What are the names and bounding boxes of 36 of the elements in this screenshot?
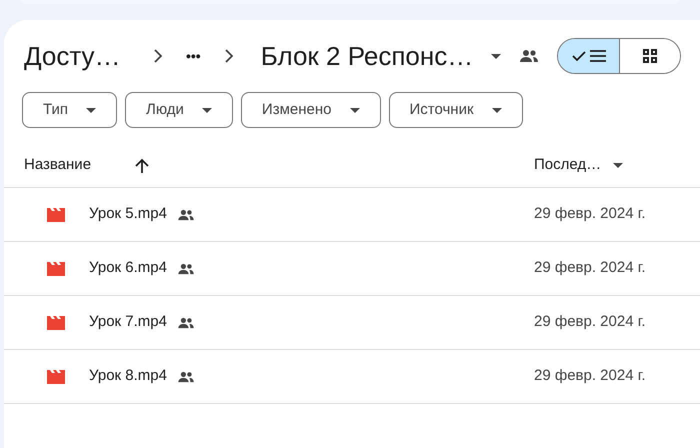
caret-icon	[202, 108, 212, 112]
breadcrumb-more-button[interactable]: •••	[186, 46, 201, 66]
modified-date: 29 февр. 2024 г.	[534, 312, 646, 332]
video-file-icon	[46, 368, 66, 384]
modified-date: 29 февр. 2024 г.	[534, 204, 646, 224]
sort-arrow-icon[interactable]	[135, 158, 150, 174]
filter-chip[interactable]: Источник	[388, 92, 523, 128]
grid-icon	[643, 49, 658, 63]
video-file-icon	[46, 314, 66, 330]
file-name[interactable]: Урок 5.mp4	[89, 203, 167, 226]
caret-icon	[613, 163, 624, 168]
caret-icon	[350, 108, 360, 112]
filter-chip[interactable]: Люди	[125, 92, 233, 128]
chevron-icon	[154, 49, 162, 63]
video-file-icon	[46, 260, 66, 276]
caret-icon	[492, 108, 502, 112]
list-view-button[interactable]	[558, 39, 620, 73]
breadcrumb-folder-link[interactable]: Досту…	[24, 36, 154, 76]
current-folder-title[interactable]: Блок 2 Респонс…	[260, 36, 474, 76]
chevron-icon	[224, 49, 233, 63]
people-icon	[519, 49, 540, 63]
filter-chip[interactable]: Изменено	[240, 92, 380, 128]
folder-menu-caret-icon	[491, 54, 502, 58]
column-header[interactable]: Послед…	[534, 154, 602, 177]
video-file-icon	[46, 206, 66, 222]
file-name[interactable]: Урок 8.mp4	[89, 365, 167, 388]
file-name[interactable]: Урок 6.mp4	[89, 257, 167, 280]
caret-icon	[86, 108, 96, 112]
file-name[interactable]: Урок 7.mp4	[89, 311, 167, 334]
list-icon	[590, 50, 606, 62]
modified-date: 29 февр. 2024 г.	[534, 258, 646, 278]
modified-date: 29 февр. 2024 г.	[534, 366, 646, 386]
column-header[interactable]: Название	[24, 154, 92, 177]
grid-view-button[interactable]	[619, 39, 680, 73]
check-icon	[572, 51, 586, 61]
filter-chip[interactable]: Тип	[22, 92, 118, 128]
